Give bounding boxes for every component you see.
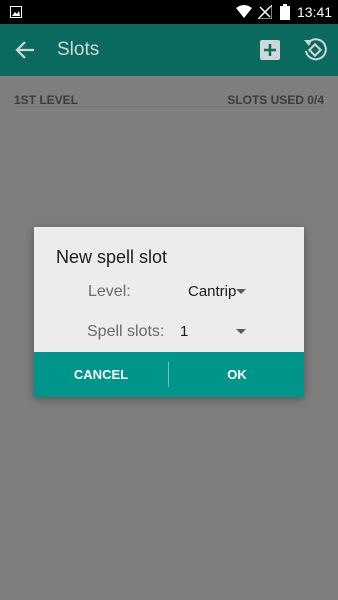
add-box-icon[interactable] [259,39,281,61]
dropdown-arrow-icon [236,329,246,334]
wifi-icon [236,5,252,18]
page-title: Slots [57,39,100,60]
status-time: 13:41 [297,4,333,20]
rotate-icon[interactable] [303,37,327,63]
image-notification-icon [10,6,22,18]
section-divider [14,106,324,107]
spell-slots-dropdown[interactable]: 1 [180,322,250,342]
battery-icon [280,4,290,20]
dropdown-arrow-icon [236,289,246,294]
app-toolbar: Slots [0,24,338,76]
dialog-button-bar: CANCEL OK [34,352,304,397]
level-label: Level: [88,283,131,300]
signal-icon [258,5,272,19]
ok-button[interactable]: OK [170,352,304,397]
level-heading: 1ST LEVEL [14,93,79,107]
button-divider [168,362,169,387]
status-bar: 13:41 [0,0,338,24]
slots-used-count: SLOTS USED 0/4 [227,93,324,107]
spell-slots-label: Spell slots: [87,323,165,340]
new-spell-slot-dialog: New spell slot Level: Cantrip Spell slot… [34,227,304,397]
level-value: Cantrip [188,283,237,300]
level-dropdown[interactable]: Cantrip [188,282,248,302]
cancel-button[interactable]: CANCEL [34,352,168,397]
spell-slots-value: 1 [180,323,189,340]
back-arrow-icon[interactable] [14,39,36,61]
dialog-title: New spell slot [56,247,168,267]
